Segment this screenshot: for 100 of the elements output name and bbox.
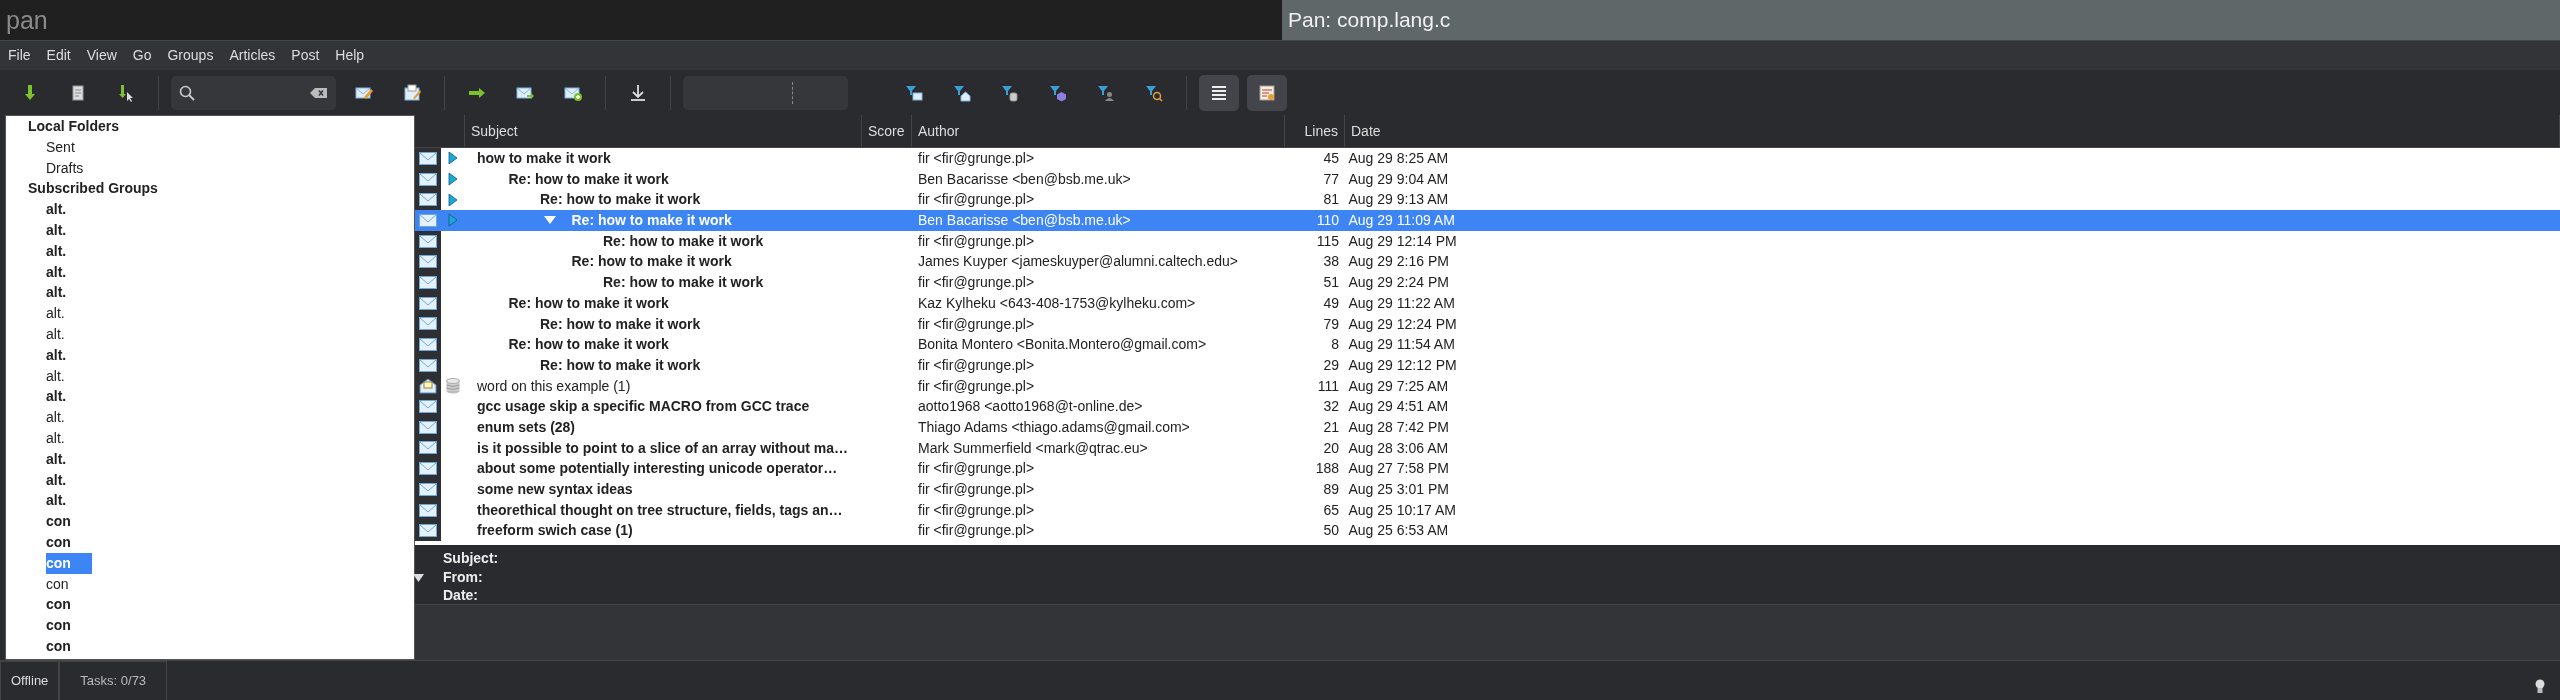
app-title: pan [5,5,49,36]
article-row[interactable]: enum sets (28) Thiago Adams <thiago.adams@gmail.com> 21 Aug 28 7:42 PM [415,416,2560,438]
article-row[interactable]: is it possible to point to a slice of an array without ma… Mark Summerfield <mark@qtrac.eu> 20 Aug 28 3:06 AM [415,437,2560,459]
subject-text: theorethical thought on tree structure, fields, tags an… [477,500,843,520]
folder-item[interactable]: alt. [46,220,92,241]
column-header[interactable]: Date [1345,115,2560,147]
folder-item[interactable]: Sent [46,136,92,158]
date-text: Aug 28 7:42 PM [1348,418,1449,435]
list-icon[interactable] [1199,74,1239,111]
folder-item[interactable]: alt. [46,386,92,408]
article-row[interactable]: some new syntax ideas fir <fir@grunge.pl> 89 Aug 25 3:01 PM [415,479,2560,500]
article-row[interactable]: how to make it work fir <fir@grunge.pl> 45 Aug 29 8:25 AM [415,148,2560,169]
column-header[interactable]: Subject [465,115,862,147]
subject-text: some new syntax ideas [477,480,633,499]
line-count: 111 [1317,377,1339,394]
menu-item[interactable]: Articles [221,41,284,70]
notepad-icon[interactable] [1247,74,1287,111]
envelope-icon [419,172,437,186]
folder-item[interactable]: alt. [46,365,92,387]
date-text: Aug 25 6:53 AM [1348,522,1449,539]
menu-item[interactable]: Help [327,41,373,70]
folder-item[interactable]: con [46,531,92,553]
column-header[interactable]: Lines [1285,115,1345,147]
folder-heading[interactable]: Subscribed Groups [28,180,158,197]
line-count: 45 [1323,150,1339,166]
folder-item[interactable]: con [46,594,92,616]
subject-text: how to make it work [477,149,611,168]
article-row[interactable]: Re: how to make it work fir <fir@grunge.pl> 29 Aug 29 12:12 PM [415,354,2560,376]
article-row[interactable]: freeform swich case (1) fir <fir@grunge.pl> 50 Aug 25 6:53 AM [415,520,2560,542]
expander-icon[interactable] [413,573,424,582]
menu-item[interactable]: Groups [159,41,222,70]
subject-text: word on this example (1) [477,376,631,396]
article-row[interactable]: Re: how to make it work fir <fir@grunge.pl> 81 Aug 29 9:13 AM [415,189,2560,211]
lightbulb-icon [2534,678,2546,695]
folder-item[interactable]: alt. [46,427,92,449]
line-count: 20 [1323,439,1339,456]
author-text: fir <fir@grunge.pl> [918,191,1035,208]
article-row[interactable]: Re: how to make it work fir <fir@grunge.pl> 115 Aug 29 12:14 PM [415,230,2560,252]
line-count: 110 [1316,212,1339,229]
author-text: fir <fir@grunge.pl> [918,274,1035,291]
clear-icon[interactable] [310,86,328,99]
article-row[interactable]: Re: how to make it work fir <fir@grunge.pl> 51 Aug 29 2:24 PM [415,272,2560,293]
subject-text: Re: how to make it work [508,293,669,313]
folder-item[interactable]: alt. [46,344,92,366]
folder-item[interactable]: con [46,552,92,574]
date-text: Aug 29 9:04 AM [1348,170,1449,187]
column-header[interactable]: Author [912,115,1285,147]
date-text: Aug 29 2:24 PM [1348,274,1449,291]
menu-item[interactable]: Post [283,41,328,70]
menu-item[interactable]: View [78,41,125,70]
menu-item[interactable]: File [0,41,39,70]
folder-item[interactable]: con [46,573,92,595]
line-count: 89 [1323,481,1339,497]
author-text: fir <fir@grunge.pl> [918,522,1035,539]
article-row[interactable]: gcc usage skip a specific MACRO from GCC trace aotto1968 <aotto1968@t-online.de> 32 Aug 29 4:51 AM [415,396,2560,417]
menu-item[interactable]: Edit [38,41,79,70]
folder-item[interactable]: alt. [46,261,92,283]
folder-item[interactable]: alt. [46,323,92,345]
folder-item[interactable]: con [46,635,92,657]
line-count: 8 [1331,336,1339,353]
article-row[interactable]: about some potentially interesting unicode operator… fir <fir@grunge.pl> 188 Aug 27 7:58 PM [415,458,2560,479]
article-row[interactable]: Re: how to make it work James Kuyper <jameskuyper@alumni.caltech.edu> 38 Aug 29 2:16 PM [415,251,2560,273]
subject-text: Re: how to make it work [508,169,669,189]
author-text: fir <fir@grunge.pl> [918,315,1035,332]
folder-item[interactable]: alt. [46,240,92,262]
article-row[interactable]: word on this example (1) fir <fir@grunge.pl> 111 Aug 29 7:25 AM [415,375,2560,397]
folder-item[interactable]: Drafts [46,157,92,179]
article-row[interactable]: theorethical thought on tree structure, fields, tags an… fir <fir@grunge.pl> 65 Aug 25 10:17 AM [415,499,2560,521]
folder-item[interactable]: alt. [46,448,92,470]
column-header[interactable]: Score [862,115,912,147]
subject-text: enum sets (28) [477,417,576,437]
folder-item[interactable]: alt. [46,303,92,324]
folder-item[interactable]: alt. [46,282,92,304]
folder-item[interactable]: alt. [46,407,92,428]
date-text: Aug 29 11:09 AM [1348,212,1455,229]
folder-heading[interactable]: Local Folders [28,118,120,134]
envelope-icon [419,358,437,372]
folder-item[interactable]: alt. [46,490,92,512]
folder-item[interactable]: con [46,615,92,636]
subject-text: Re: how to make it work [540,190,701,210]
line-count: 79 [1323,315,1339,332]
folder-item[interactable]: alt. [46,469,92,491]
envelope-icon [419,234,437,248]
folder-item[interactable]: con [46,511,92,532]
article-row[interactable]: Re: how to make it work fir <fir@grunge.pl> 79 Aug 29 12:24 PM [415,313,2560,335]
envelope-icon [419,503,437,517]
search-icon [179,84,195,101]
author-text: fir <fir@grunge.pl> [918,150,1035,166]
article-row[interactable]: Re: how to make it work Ben Bacarisse <ben@bsb.me.uk> 77 Aug 29 9:04 AM [415,168,2560,190]
author-text: fir <fir@grunge.pl> [918,481,1035,497]
line-count: 81 [1323,191,1339,208]
article-row[interactable]: Re: how to make it work Bonita Montero <Bonita.Montero@gmail.com> 8 Aug 29 11:54 AM [415,334,2560,355]
search-field[interactable] [171,75,336,110]
menu-item[interactable]: Go [124,41,160,70]
article-row[interactable]: Re: how to make it work Kaz Kylheku <643-408-1753@kylheku.com> 49 Aug 29 11:22 AM [415,292,2560,314]
article-row[interactable]: Re: how to make it work Ben Bacarisse <ben@bsb.me.uk> 110 Aug 29 11:09 AM [415,210,2560,231]
subject-text: Re: how to make it work [540,314,701,334]
line-count: 65 [1323,501,1339,518]
envelope-icon [419,524,437,538]
folder-item[interactable]: alt. [46,199,92,220]
